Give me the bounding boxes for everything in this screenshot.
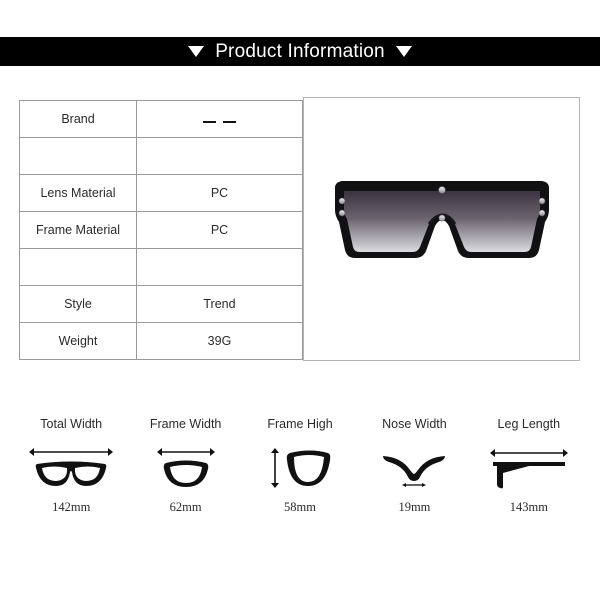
measurement-value: 19mm (398, 499, 431, 514)
page-title: Product Information (215, 41, 385, 62)
spec-label-cell (19, 137, 137, 175)
specification-table: Brand Lens Material PC Frame Material PC Styl… (19, 100, 303, 360)
measurement-label: Total Width (40, 417, 103, 431)
specification-table-body: Brand Lens Material PC Frame Material PC Styl… (19, 100, 303, 360)
spec-label-cell: Brand (19, 100, 137, 138)
measurement-value: 142mm (52, 499, 91, 514)
spec-value-cell (136, 137, 303, 175)
sunglasses-illustration (334, 181, 549, 258)
measurement-value: 58mm (284, 499, 316, 514)
spec-value-cell: Trend (136, 285, 303, 323)
table-row: Brand (19, 100, 303, 138)
measurement-label: Frame High (267, 417, 333, 431)
measurement-item: Frame High 58mm (243, 418, 357, 513)
frame-height-icon (268, 444, 332, 492)
table-row: Style Trend (19, 285, 303, 323)
spec-label-cell (19, 248, 137, 286)
measurement-value: 143mm (509, 499, 548, 514)
measurement-label: Nose Width (382, 417, 447, 431)
triangle-down-icon-left (188, 46, 205, 57)
spec-label-cell: Frame Material (19, 211, 137, 249)
measurement-item: Frame Width 62mm (128, 418, 242, 513)
measurement-label: Leg Length (497, 417, 561, 431)
spec-value-cell: 39G (136, 322, 303, 360)
frame-width-icon (152, 444, 220, 492)
table-row (19, 248, 303, 286)
measurement-item: Total Width 142mm (14, 418, 128, 513)
measurement-item: Leg Length 143mm (472, 418, 586, 513)
measurement-value: 62mm (169, 499, 202, 514)
table-row: Frame Material PC (19, 211, 303, 249)
table-row: Weight 39G (19, 322, 303, 360)
spec-value-cell: PC (136, 174, 303, 212)
spec-value-cell (136, 100, 303, 138)
spec-label-cell: Lens Material (19, 174, 137, 212)
spec-label-cell: Style (19, 285, 137, 323)
measurement-label: Frame Width (149, 417, 222, 431)
measurements-row: Total Width 142mm Frame Width 62mm Frame Hig… (0, 418, 600, 513)
spec-value-cell: PC (136, 211, 303, 249)
total-width-icon (28, 444, 114, 492)
product-information-header: Product Information (0, 37, 600, 66)
brand-dashes (203, 120, 236, 123)
spec-value-cell (136, 248, 303, 286)
triangle-down-icon-right (395, 46, 412, 57)
leg-length-icon (489, 444, 569, 492)
table-row: Lens Material PC (19, 174, 303, 212)
table-row (19, 137, 303, 175)
product-image-panel (303, 97, 580, 361)
nose-width-icon (379, 444, 449, 492)
measurement-item: Nose Width 19mm (357, 418, 471, 513)
spec-label-cell: Weight (19, 322, 137, 360)
